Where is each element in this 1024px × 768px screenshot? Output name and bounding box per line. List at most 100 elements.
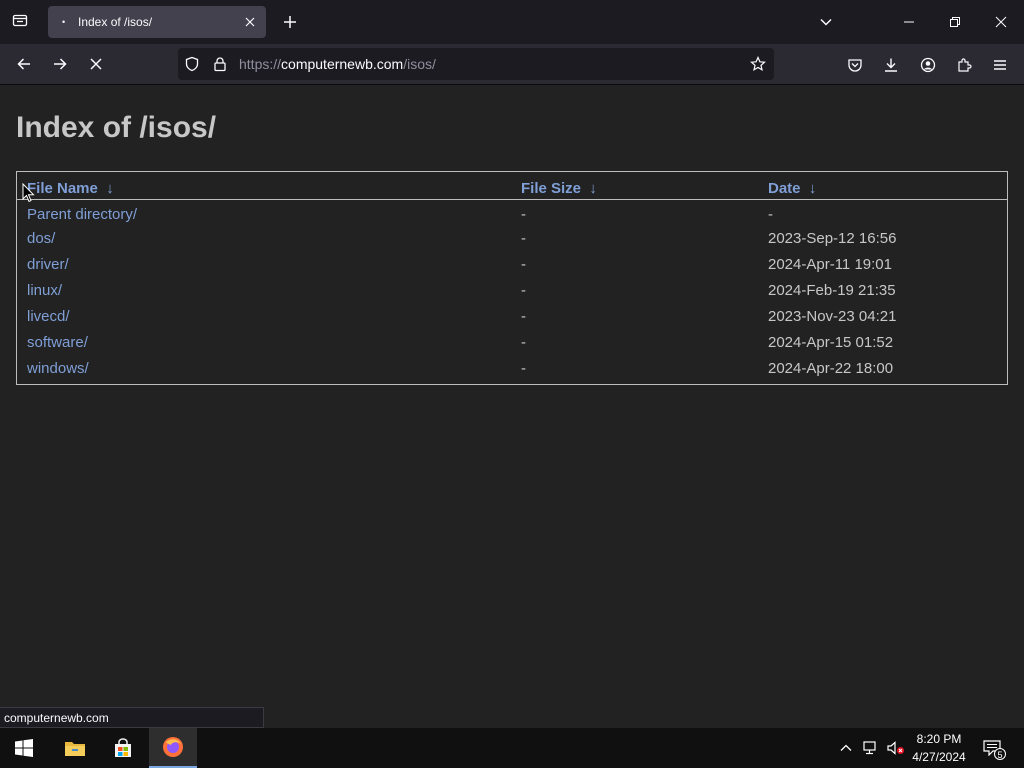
file-name-cell: software/	[17, 329, 511, 355]
page-title: Index of /isos/	[16, 111, 217, 144]
column-header-date[interactable]: Date ↓	[758, 172, 1007, 200]
network-icon	[863, 741, 876, 755]
table-row: Parent directory/ - -	[17, 199, 1007, 225]
stop-button[interactable]	[81, 49, 111, 79]
account-button[interactable]	[919, 56, 937, 74]
file-name-cell: livecd/	[17, 303, 511, 329]
shield-icon[interactable]	[184, 56, 200, 72]
url-path: /isos/	[403, 56, 436, 72]
account-icon	[920, 57, 936, 73]
chevron-down-icon	[820, 18, 832, 26]
store-taskbar-button[interactable]	[99, 728, 147, 768]
date-cell: 2023-Nov-23 04:21	[768, 307, 897, 325]
close-icon	[995, 16, 1007, 28]
tab-close-button[interactable]	[242, 14, 258, 30]
firefox-icon	[163, 737, 183, 757]
file-size-cell: -	[521, 229, 526, 247]
table-header-row: File Name ↓ File Size ↓ Date ↓	[17, 172, 1007, 200]
column-label: File Size	[521, 179, 582, 197]
extensions-icon	[958, 58, 972, 72]
firefox-view-button[interactable]	[0, 0, 40, 44]
close-icon	[245, 17, 255, 27]
file-name-cell: driver/	[17, 251, 511, 277]
sort-arrow-icon: ↓	[808, 179, 817, 197]
column-header-file-size[interactable]: File Size ↓	[511, 172, 758, 200]
extensions-button[interactable]	[955, 56, 973, 74]
table-row: livecd/ - 2023-Nov-23 04:21	[17, 303, 1007, 329]
forward-arrow-icon	[54, 58, 67, 70]
file-name-cell: linux/	[17, 277, 511, 303]
file-size-cell: -	[521, 307, 526, 325]
list-all-tabs-button[interactable]	[812, 8, 840, 36]
column-label: Date	[768, 179, 801, 197]
table-row: software/ - 2024-Apr-15 01:52	[17, 329, 1007, 355]
pocket-button[interactable]	[846, 56, 864, 74]
directory-link[interactable]: livecd/	[27, 308, 70, 325]
file-size-cell: -	[521, 205, 526, 223]
start-button[interactable]	[0, 728, 48, 768]
url-host: computernewb.com	[281, 56, 404, 72]
back-button[interactable]	[9, 49, 39, 79]
windows-start-icon	[15, 739, 33, 757]
volume-muted-icon	[887, 741, 904, 755]
file-explorer-icon	[65, 742, 85, 756]
screen: • Index of /isos/ https://computernewb.c…	[0, 0, 1024, 768]
app-menu-button[interactable]	[991, 56, 1009, 74]
url-text[interactable]: https://computernewb.com/isos/	[239, 56, 436, 72]
clock-time[interactable]: 8:20 PM	[904, 732, 974, 746]
notification-count-badge: 5	[994, 748, 1006, 760]
new-tab-button[interactable]	[276, 8, 304, 36]
file-name-cell: Parent directory/	[17, 199, 511, 225]
forward-button[interactable]	[45, 49, 75, 79]
date-cell: 2024-Feb-19 21:35	[768, 281, 896, 299]
downloads-button[interactable]	[882, 56, 900, 74]
sort-arrow-icon: ↓	[106, 179, 114, 197]
file-explorer-taskbar-button[interactable]	[51, 728, 99, 768]
table-row: driver/ - 2024-Apr-11 19:01	[17, 251, 1007, 277]
close-window-button[interactable]	[978, 0, 1024, 44]
table-row: windows/ - 2024-Apr-22 18:00	[17, 355, 1007, 381]
url-scheme: https://	[239, 56, 282, 72]
store-icon	[115, 738, 131, 757]
bookmark-star-button[interactable]	[750, 56, 766, 72]
restore-button[interactable]	[932, 0, 978, 44]
active-tab[interactable]: • Index of /isos/	[48, 6, 266, 38]
loading-dot-icon: •	[62, 17, 66, 27]
directory-link[interactable]: Parent directory/	[27, 206, 137, 223]
navigation-toolbar: https://computernewb.com/isos/	[0, 44, 1024, 85]
link-status-tooltip: computernewb.com	[0, 707, 264, 728]
minimize-button[interactable]	[886, 0, 932, 44]
network-tray-button[interactable]	[862, 740, 880, 756]
directory-link[interactable]: driver/	[27, 256, 69, 273]
file-size-cell: -	[521, 255, 526, 273]
date-cell: 2023-Sep-12 16:56	[768, 229, 897, 247]
tab-list-icon	[12, 12, 28, 33]
file-size-cell: -	[521, 359, 526, 377]
file-name-cell: dos/	[17, 225, 511, 251]
column-label: File Name	[27, 179, 98, 197]
volume-tray-button[interactable]	[886, 740, 906, 756]
mouse-pointer-icon	[22, 183, 35, 203]
show-hidden-icons-button[interactable]	[838, 740, 854, 756]
file-name-cell: windows/	[17, 355, 511, 381]
date-cell: -	[768, 205, 773, 223]
file-size-cell: -	[521, 281, 526, 299]
chevron-up-icon	[840, 744, 852, 751]
sort-arrow-icon: ↓	[589, 179, 597, 197]
tab-strip: • Index of /isos/	[0, 0, 1024, 44]
directory-link[interactable]: software/	[27, 334, 88, 351]
minimize-icon	[904, 21, 914, 23]
windows-taskbar: 8:20 PM 4/27/2024	[0, 728, 1024, 768]
directory-link[interactable]: dos/	[27, 230, 55, 247]
firefox-taskbar-button[interactable]	[149, 728, 197, 768]
lock-icon[interactable]	[212, 56, 228, 72]
stop-loading-icon	[90, 58, 102, 70]
directory-link[interactable]: windows/	[27, 360, 89, 377]
column-header-file-name[interactable]: File Name ↓	[17, 172, 511, 200]
download-icon	[885, 58, 897, 72]
url-bar[interactable]: https://computernewb.com/isos/	[178, 48, 774, 80]
directory-link[interactable]: linux/	[27, 282, 62, 299]
back-arrow-icon	[17, 58, 30, 70]
clock-date[interactable]: 4/27/2024	[904, 750, 974, 764]
menu-icon	[994, 60, 1006, 70]
